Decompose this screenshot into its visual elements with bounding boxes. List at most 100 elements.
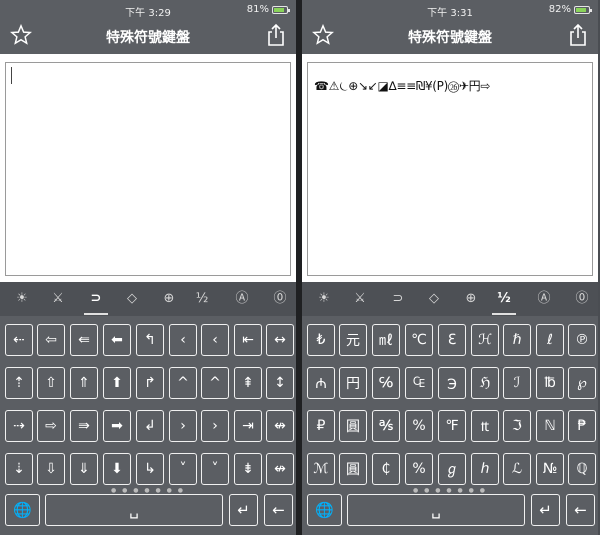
- category-tab-2[interactable]: ⊃: [386, 289, 410, 309]
- symbol-key[interactable]: ⇢: [5, 410, 33, 442]
- symbol-key[interactable]: ↕: [266, 367, 294, 399]
- symbol-key[interactable]: ^: [201, 367, 229, 399]
- symbol-key[interactable]: ⇑: [70, 367, 98, 399]
- return-key[interactable]: ↵: [531, 494, 560, 526]
- symbol-key[interactable]: %: [405, 410, 433, 442]
- symbol-key[interactable]: ₠: [405, 367, 433, 399]
- symbol-key[interactable]: ₺: [307, 324, 335, 356]
- symbol-key[interactable]: ℅: [372, 367, 400, 399]
- symbol-key[interactable]: ₼: [307, 367, 335, 399]
- symbol-key[interactable]: ⇞: [234, 367, 262, 399]
- text-editor[interactable]: ☎⚠⏾⊕↘↙◪∆≡≡₪¥(P)㉖✈円⇨: [302, 54, 598, 282]
- delete-key[interactable]: ←: [264, 494, 293, 526]
- category-tab-0[interactable]: ☀: [10, 289, 34, 309]
- symbol-key[interactable]: ⇛: [70, 410, 98, 442]
- symbol-key[interactable]: ⇤: [234, 324, 262, 356]
- symbol-key[interactable]: ‹: [201, 324, 229, 356]
- symbol-key[interactable]: ℒ: [503, 453, 531, 485]
- symbol-key[interactable]: ⬆: [103, 367, 131, 399]
- symbol-key[interactable]: ℳ: [307, 453, 335, 485]
- symbol-key[interactable]: ⬇: [103, 453, 131, 485]
- symbol-key[interactable]: ℌ: [471, 367, 499, 399]
- category-tab-2[interactable]: ⊃: [84, 289, 108, 309]
- symbol-key[interactable]: ↮: [266, 453, 294, 485]
- category-tab-4[interactable]: ⊕: [157, 289, 181, 309]
- symbol-key[interactable]: ⇨: [37, 410, 65, 442]
- symbol-key[interactable]: ↔: [266, 324, 294, 356]
- space-key[interactable]: ␣: [45, 494, 223, 526]
- category-tab-7[interactable]: ⓪: [570, 289, 594, 309]
- symbol-key[interactable]: ^: [169, 367, 197, 399]
- symbol-key[interactable]: ℉: [438, 410, 466, 442]
- category-tab-1[interactable]: ⚔: [46, 289, 70, 309]
- category-tab-7[interactable]: ⓪: [268, 289, 292, 309]
- share-icon[interactable]: [266, 23, 286, 47]
- symbol-key[interactable]: ℔: [536, 367, 564, 399]
- globe-key[interactable]: 🌐: [5, 494, 40, 526]
- editor-box[interactable]: ☎⚠⏾⊕↘↙◪∆≡≡₪¥(P)㉖✈円⇨: [307, 62, 593, 276]
- symbol-key[interactable]: ℎ: [471, 453, 499, 485]
- share-icon[interactable]: [568, 23, 588, 47]
- symbol-key[interactable]: ˅: [169, 453, 197, 485]
- editor-box[interactable]: [5, 62, 291, 276]
- category-tab-0[interactable]: ☀: [312, 289, 336, 309]
- symbol-key[interactable]: ➡: [103, 410, 131, 442]
- symbol-key[interactable]: ℃: [405, 324, 433, 356]
- category-tab-4[interactable]: ⊕: [459, 289, 483, 309]
- symbol-key[interactable]: ℓ: [536, 324, 564, 356]
- symbol-key[interactable]: ›: [169, 410, 197, 442]
- symbol-key[interactable]: ⇠: [5, 324, 33, 356]
- symbol-key[interactable]: 圓: [339, 453, 367, 485]
- symbol-key[interactable]: ℕ: [536, 410, 564, 442]
- symbol-key[interactable]: ↱: [136, 367, 164, 399]
- text-editor[interactable]: [0, 54, 296, 282]
- symbol-key[interactable]: ₵: [372, 453, 400, 485]
- globe-key[interactable]: 🌐: [307, 494, 342, 526]
- symbol-key[interactable]: ‹: [169, 324, 197, 356]
- symbol-key[interactable]: 円: [339, 367, 367, 399]
- symbol-key[interactable]: ₽: [307, 410, 335, 442]
- symbol-key[interactable]: ℁: [372, 410, 400, 442]
- category-tab-5[interactable]: ½: [190, 289, 214, 309]
- symbol-key[interactable]: ₶: [471, 410, 499, 442]
- symbol-key[interactable]: ₱: [568, 410, 596, 442]
- return-key[interactable]: ↵: [229, 494, 258, 526]
- symbol-key[interactable]: №: [536, 453, 564, 485]
- symbol-key[interactable]: ⬅: [103, 324, 131, 356]
- symbol-key[interactable]: ℐ: [503, 367, 531, 399]
- symbol-key[interactable]: ⇦: [37, 324, 65, 356]
- delete-key[interactable]: ←: [566, 494, 595, 526]
- symbol-key[interactable]: ↳: [136, 453, 164, 485]
- category-tab-1[interactable]: ⚔: [348, 289, 372, 309]
- symbol-key[interactable]: 圓: [339, 410, 367, 442]
- category-tab-6[interactable]: Ⓐ: [532, 289, 556, 309]
- symbol-key[interactable]: ℋ: [471, 324, 499, 356]
- symbol-key[interactable]: ℇ: [438, 324, 466, 356]
- symbol-key[interactable]: ⇟: [234, 453, 262, 485]
- symbol-key[interactable]: %: [405, 453, 433, 485]
- symbol-key[interactable]: 元: [339, 324, 367, 356]
- symbol-key[interactable]: ˅: [201, 453, 229, 485]
- symbol-key[interactable]: ㎖: [372, 324, 400, 356]
- symbol-key[interactable]: ℊ: [438, 453, 466, 485]
- symbol-key[interactable]: ℗: [568, 324, 596, 356]
- symbol-key[interactable]: ⇧: [37, 367, 65, 399]
- symbol-key[interactable]: ⇥: [234, 410, 262, 442]
- symbol-key[interactable]: ⇚: [70, 324, 98, 356]
- symbol-key[interactable]: ↲: [136, 410, 164, 442]
- symbol-key[interactable]: ℚ: [568, 453, 596, 485]
- space-key[interactable]: ␣: [347, 494, 525, 526]
- category-tab-3[interactable]: ◇: [422, 289, 446, 309]
- symbol-key[interactable]: ℏ: [503, 324, 531, 356]
- symbol-key[interactable]: ›: [201, 410, 229, 442]
- symbol-key[interactable]: ↰: [136, 324, 164, 356]
- category-tab-6[interactable]: Ⓐ: [230, 289, 254, 309]
- category-tab-3[interactable]: ◇: [120, 289, 144, 309]
- symbol-key[interactable]: ℘: [568, 367, 596, 399]
- symbol-key[interactable]: ⇣: [5, 453, 33, 485]
- symbol-key[interactable]: ℈: [438, 367, 466, 399]
- symbol-key[interactable]: ↮: [266, 410, 294, 442]
- symbol-key[interactable]: ⇩: [37, 453, 65, 485]
- category-tab-5[interactable]: ½: [492, 289, 516, 309]
- symbol-key[interactable]: ℑ: [503, 410, 531, 442]
